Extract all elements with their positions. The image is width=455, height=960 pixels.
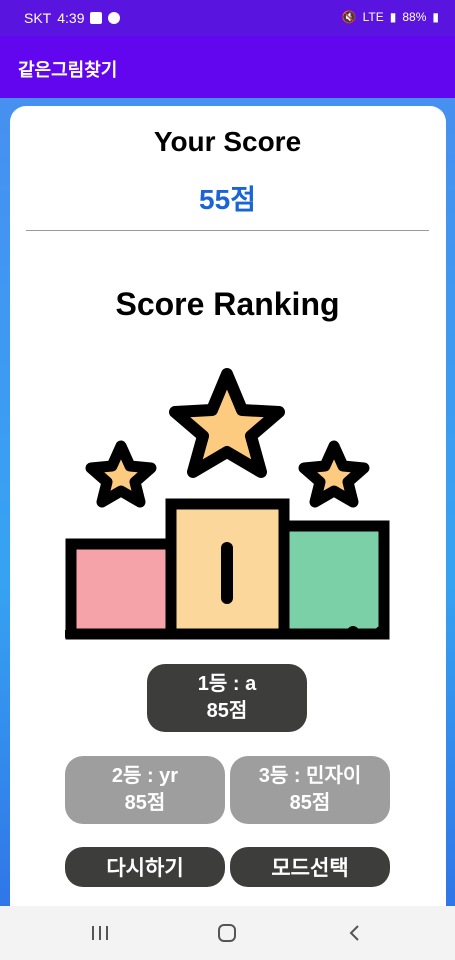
back-icon[interactable] bbox=[340, 918, 370, 948]
your-score-label: Your Score bbox=[153, 126, 302, 157]
image-notification-icon bbox=[90, 12, 103, 24]
ranking-first: 1등 : a 85점 bbox=[147, 664, 307, 732]
podium-second-block bbox=[65, 538, 177, 640]
signal-icon: ▮ bbox=[389, 10, 397, 24]
left-star bbox=[85, 440, 157, 508]
ranking-first-name: 1등 : a bbox=[197, 673, 257, 695]
ranking-third-name: 3등 : 민자이 bbox=[258, 765, 362, 787]
ranking-third: 3등 : 민자이 85점 bbox=[230, 756, 390, 824]
network-label: LTE bbox=[362, 10, 384, 24]
navigation-bar bbox=[0, 906, 455, 960]
your-score-value: 55점 bbox=[199, 184, 256, 215]
status-right: 🔇 LTE ▮ 88% ▮ bbox=[342, 10, 439, 24]
chat-notification-icon bbox=[108, 12, 121, 24]
ranking-second: 2등 : yr 85점 bbox=[65, 756, 225, 824]
podium-with-stars-icon bbox=[65, 368, 390, 640]
recent-apps-icon[interactable] bbox=[85, 918, 115, 948]
app-bar: 같은그림찾기 bbox=[0, 36, 455, 98]
divider bbox=[26, 230, 429, 231]
app-title: 같은그림찾기 bbox=[18, 60, 118, 80]
status-bar: SKT 4:39 🔇 LTE ▮ 88% ▮ bbox=[0, 0, 455, 36]
ranking-second-score: 85점 bbox=[124, 792, 166, 814]
ranking-first-score: 85점 bbox=[206, 700, 248, 722]
mute-icon: 🔇 bbox=[341, 10, 357, 24]
status-left: SKT 4:39 bbox=[24, 10, 121, 26]
battery-label: 88% bbox=[402, 10, 427, 24]
ranking-second-name: 2등 : yr bbox=[111, 765, 179, 787]
battery-icon: ▮ bbox=[432, 10, 439, 24]
carrier-label: SKT bbox=[24, 10, 52, 26]
clock: 4:39 bbox=[57, 10, 85, 26]
home-icon[interactable] bbox=[212, 918, 242, 948]
retry-button[interactable]: 다시하기 bbox=[65, 847, 225, 887]
ground-dot bbox=[347, 626, 359, 638]
mode-select-button[interactable]: 모드선택 bbox=[230, 847, 390, 887]
big-star bbox=[169, 368, 285, 478]
ranking-title: Score Ranking bbox=[115, 286, 340, 322]
ranking-third-score: 85점 bbox=[289, 792, 331, 814]
podium-third-block bbox=[278, 520, 390, 640]
right-star bbox=[298, 440, 370, 508]
ground-dot bbox=[375, 626, 387, 638]
